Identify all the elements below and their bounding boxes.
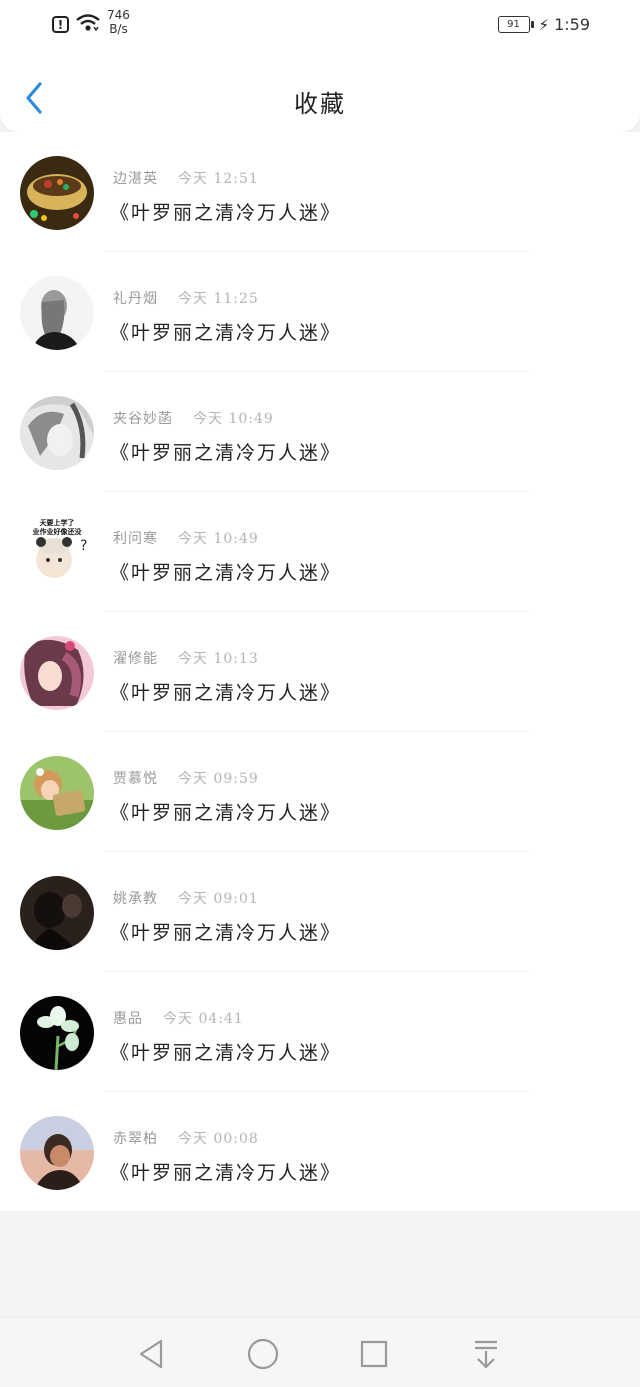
list-item[interactable]: 礼丹烟 今天 11:25 《叶罗丽之清冷万人迷》 [0, 252, 640, 372]
page-title: 收藏 [294, 90, 346, 118]
avatar[interactable]: 天要上学了 业作业好像还没 ? [20, 516, 94, 590]
item-meta: 贾慕悦 今天 09:59 [113, 768, 259, 788]
saved-time: 今天 09:59 [178, 771, 259, 787]
author-name: 夹谷妙菡 [113, 411, 173, 427]
list-item[interactable]: 天要上学了 业作业好像还没 ? 利问寒 今天 10:49 《叶罗丽之清冷万人迷》 [0, 492, 640, 612]
battery-level: 91 [507, 19, 520, 30]
item-meta: 赤翠柏 今天 00:08 [113, 1128, 259, 1148]
item-meta: 礼丹烟 今天 11:25 [113, 288, 259, 308]
author-name: 姚承教 [113, 891, 158, 907]
status-left: ! 746 B/s [52, 8, 130, 36]
book-title[interactable]: 《叶罗丽之清冷万人迷》 [110, 1038, 341, 1065]
item-meta: 惠品 今天 04:41 [113, 1008, 244, 1028]
square-recents-icon [360, 1340, 388, 1368]
avatar[interactable] [20, 996, 94, 1070]
avatar[interactable] [20, 396, 94, 470]
nav-back-button[interactable] [135, 1337, 169, 1371]
item-meta: 利问寒 今天 10:49 [113, 528, 259, 548]
nav-home-button[interactable] [246, 1337, 280, 1371]
avatar[interactable] [20, 756, 94, 830]
item-meta: 边湛英 今天 12:51 [113, 168, 259, 188]
pull-down-icon [475, 1340, 497, 1369]
book-title[interactable]: 《叶罗丽之清冷万人迷》 [110, 198, 341, 225]
panda-meme-avatar-image: 天要上学了 业作业好像还没 ? [20, 516, 94, 590]
item-meta: 夹谷妙菡 今天 10:49 [113, 408, 274, 428]
book-title[interactable]: 《叶罗丽之清冷万人迷》 [110, 918, 341, 945]
charging-icon: ⚡ [538, 15, 550, 34]
saved-time: 今天 10:49 [178, 531, 259, 547]
anime-gray-avatar-image [20, 396, 94, 470]
list-item[interactable]: 边湛英 今天 12:51 《叶罗丽之清冷万人迷》 [0, 132, 640, 252]
favorites-list: 边湛英 今天 12:51 《叶罗丽之清冷万人迷》 礼丹烟 今天 11:25 《叶… [0, 132, 640, 1211]
circle-home-icon [247, 1338, 279, 1370]
author-name: 赤翠柏 [113, 1131, 158, 1147]
avatar[interactable] [20, 156, 94, 230]
meme-caption-line-1: 天要上学了 [40, 518, 75, 527]
list-item[interactable]: 濯修能 今天 10:13 《叶罗丽之清冷万人迷》 [0, 612, 640, 732]
book-title[interactable]: 《叶罗丽之清冷万人迷》 [110, 678, 341, 705]
author-name: 利问寒 [113, 531, 158, 547]
wifi-icon [76, 14, 100, 32]
battery-icon: 91 [497, 16, 534, 33]
avatar[interactable] [20, 876, 94, 950]
author-name: 边湛英 [113, 171, 158, 187]
author-name: 贾慕悦 [113, 771, 158, 787]
anime-pink-avatar-image [20, 636, 94, 710]
author-name: 惠品 [113, 1011, 143, 1027]
alert-icon: ! [52, 16, 69, 33]
list-item[interactable]: 赤翠柏 今天 00:08 《叶罗丽之清冷万人迷》 [0, 1092, 640, 1212]
status-bar: ! 746 B/s 91 ⚡ 1:59 [0, 0, 640, 50]
white-flower-avatar-image [20, 996, 94, 1070]
question-mark-glyph: ? [80, 538, 87, 554]
dark-person-avatar-image [20, 876, 94, 950]
boy-sunset-avatar-image [20, 1116, 94, 1190]
saved-time: 今天 10:13 [178, 651, 259, 667]
list-item[interactable]: 夹谷妙菡 今天 10:49 《叶罗丽之清冷万人迷》 [0, 372, 640, 492]
book-title[interactable]: 《叶罗丽之清冷万人迷》 [110, 1158, 341, 1185]
item-meta: 姚承教 今天 09:01 [113, 888, 259, 908]
list-item[interactable]: 惠品 今天 04:41 《叶罗丽之清冷万人迷》 [0, 972, 640, 1092]
list-item[interactable]: 贾慕悦 今天 09:59 《叶罗丽之清冷万人迷》 [0, 732, 640, 852]
avatar[interactable] [20, 636, 94, 710]
item-meta: 濯修能 今天 10:13 [113, 648, 259, 668]
nav-recents-button[interactable] [357, 1337, 391, 1371]
nav-notifications-button[interactable] [469, 1337, 503, 1371]
system-nav-bar [0, 1317, 640, 1387]
status-time: 1:59 [554, 15, 590, 34]
food-bowl-avatar-image [20, 156, 94, 230]
book-title[interactable]: 《叶罗丽之清冷万人迷》 [110, 558, 341, 585]
girl-book-avatar-image [20, 756, 94, 830]
book-title[interactable]: 《叶罗丽之清冷万人迷》 [110, 798, 341, 825]
book-title[interactable]: 《叶罗丽之清冷万人迷》 [110, 318, 341, 345]
author-name: 礼丹烟 [113, 291, 158, 307]
meme-caption-line-2: 业作业好像还没 [33, 527, 83, 536]
saved-time: 今天 09:01 [178, 891, 259, 907]
saved-time: 今天 12:51 [178, 171, 259, 187]
saved-time: 今天 11:25 [178, 291, 259, 307]
saved-time: 今天 10:49 [193, 411, 274, 427]
net-speed-unit: B/s [109, 22, 128, 36]
book-title[interactable]: 《叶罗丽之清冷万人迷》 [110, 438, 341, 465]
girl-sketch-avatar-image [20, 276, 94, 350]
net-speed: 746 B/s [107, 8, 130, 36]
saved-time: 今天 04:41 [163, 1011, 244, 1027]
avatar[interactable] [20, 276, 94, 350]
saved-time: 今天 00:08 [178, 1131, 259, 1147]
triangle-back-icon [139, 1339, 163, 1369]
author-name: 濯修能 [113, 651, 158, 667]
avatar[interactable] [20, 1116, 94, 1190]
list-item[interactable]: 姚承教 今天 09:01 《叶罗丽之清冷万人迷》 [0, 852, 640, 972]
top-header: ! 746 B/s 91 ⚡ 1:59 收藏 [0, 0, 640, 132]
status-right: 91 ⚡ 1:59 [497, 15, 590, 34]
net-speed-value: 746 [107, 8, 130, 22]
